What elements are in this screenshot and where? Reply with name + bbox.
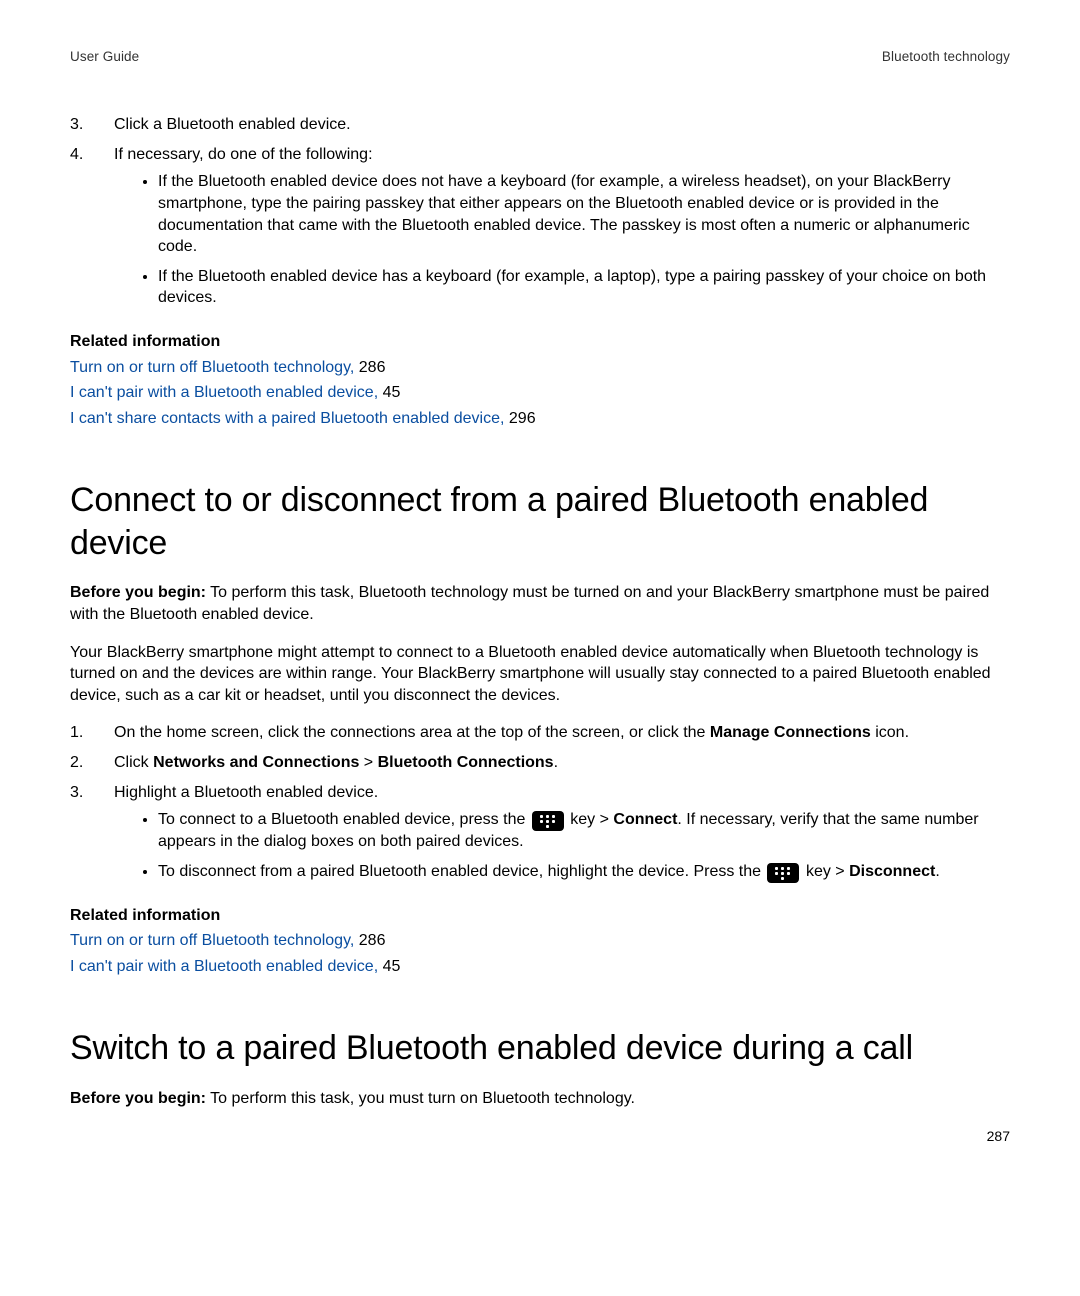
related-link-line: I can't pair with a Bluetooth enabled de… <box>70 382 1010 404</box>
text: . <box>935 863 939 880</box>
link-cant-share-contacts[interactable]: I can't share contacts with a paired Blu… <box>70 410 504 427</box>
page-ref-value: 286 <box>359 932 386 949</box>
related-link-line: I can't share contacts with a paired Blu… <box>70 408 1010 430</box>
blackberry-key-icon <box>767 863 799 883</box>
link-page-ref: 286 <box>359 932 386 949</box>
related-link-line: I can't pair with a Bluetooth enabled de… <box>70 956 1010 978</box>
before-label: Before you begin: <box>70 1090 206 1107</box>
text: . <box>554 754 558 771</box>
text: To disconnect from a paired Bluetooth en… <box>158 863 765 880</box>
bullet-passkey-has-keyboard: If the Bluetooth enabled device has a ke… <box>158 266 1010 309</box>
link-turn-bluetooth-on-off[interactable]: Turn on or turn off Bluetooth technology… <box>70 932 354 949</box>
before-text: To perform this task, Bluetooth technolo… <box>70 584 989 623</box>
before-you-begin-1: Before you begin: To perform this task, … <box>70 582 1010 625</box>
link-page-ref: 286 <box>359 359 386 376</box>
link-page-ref: 45 <box>383 384 401 401</box>
bluetooth-connections-label: Bluetooth Connections <box>378 754 554 771</box>
text: Click <box>114 754 153 771</box>
related-information-heading: Related information <box>70 905 1010 927</box>
connect-step-3: Highlight a Bluetooth enabled device. To… <box>70 782 1010 883</box>
connect-step-2: Click Networks and Connections > Bluetoo… <box>70 752 1010 774</box>
bullet-passkey-no-keyboard: If the Bluetooth enabled device does not… <box>158 171 1010 257</box>
link-page-ref: 45 <box>383 958 401 975</box>
step-3: Click a Bluetooth enabled device. <box>70 114 1010 136</box>
page-ref-value: 296 <box>509 410 536 427</box>
bullet-connect: To connect to a Bluetooth enabled device… <box>158 809 1010 853</box>
link-page-ref: 296 <box>509 410 536 427</box>
text: To connect to a Bluetooth enabled device… <box>158 811 530 828</box>
link-cant-pair[interactable]: I can't pair with a Bluetooth enabled de… <box>70 958 378 975</box>
auto-connect-paragraph: Your BlackBerry smartphone might attempt… <box>70 642 1010 707</box>
before-you-begin-2: Before you begin: To perform this task, … <box>70 1088 1010 1110</box>
page-number: 287 <box>987 1127 1010 1146</box>
text: Highlight a Bluetooth enabled device. <box>114 784 378 801</box>
before-text: To perform this task, you must turn on B… <box>206 1090 635 1107</box>
page-ref-value: 286 <box>359 359 386 376</box>
blackberry-key-icon <box>532 811 564 831</box>
connect-steps: On the home screen, click the connection… <box>70 722 1010 882</box>
text: key > <box>570 811 613 828</box>
page-header: User Guide Bluetooth technology <box>70 48 1010 66</box>
connect-label: Connect <box>613 811 677 828</box>
step-4-text: If necessary, do one of the following: <box>114 146 373 163</box>
text: On the home screen, click the connection… <box>114 724 710 741</box>
networks-connections-label: Networks and Connections <box>153 754 359 771</box>
text: key > <box>806 863 849 880</box>
related-information-heading: Related information <box>70 331 1010 353</box>
disconnect-label: Disconnect <box>849 863 935 880</box>
connect-step-1: On the home screen, click the connection… <box>70 722 1010 744</box>
before-label: Before you begin: <box>70 584 206 601</box>
link-cant-pair[interactable]: I can't pair with a Bluetooth enabled de… <box>70 384 378 401</box>
related-link-line: Turn on or turn off Bluetooth technology… <box>70 930 1010 952</box>
page: User Guide Bluetooth technology Click a … <box>0 0 1080 1296</box>
related-link-line: Turn on or turn off Bluetooth technology… <box>70 357 1010 379</box>
text: > <box>359 754 377 771</box>
manage-connections-label: Manage Connections <box>710 724 871 741</box>
bullet-disconnect: To disconnect from a paired Bluetooth en… <box>158 861 1010 883</box>
step-4-bullets: If the Bluetooth enabled device does not… <box>114 171 1010 309</box>
header-left: User Guide <box>70 48 139 66</box>
connect-step-3-bullets: To connect to a Bluetooth enabled device… <box>114 809 1010 883</box>
heading-switch-during-call: Switch to a paired Bluetooth enabled dev… <box>70 1027 1010 1070</box>
text: icon. <box>871 724 909 741</box>
top-ordered-steps: Click a Bluetooth enabled device. If nec… <box>70 114 1010 309</box>
link-turn-bluetooth-on-off[interactable]: Turn on or turn off Bluetooth technology… <box>70 359 354 376</box>
heading-connect-disconnect: Connect to or disconnect from a paired B… <box>70 479 1010 564</box>
step-4: If necessary, do one of the following: I… <box>70 144 1010 309</box>
page-ref-value: 45 <box>383 958 401 975</box>
page-ref-value: 45 <box>383 384 401 401</box>
header-right: Bluetooth technology <box>882 48 1010 66</box>
